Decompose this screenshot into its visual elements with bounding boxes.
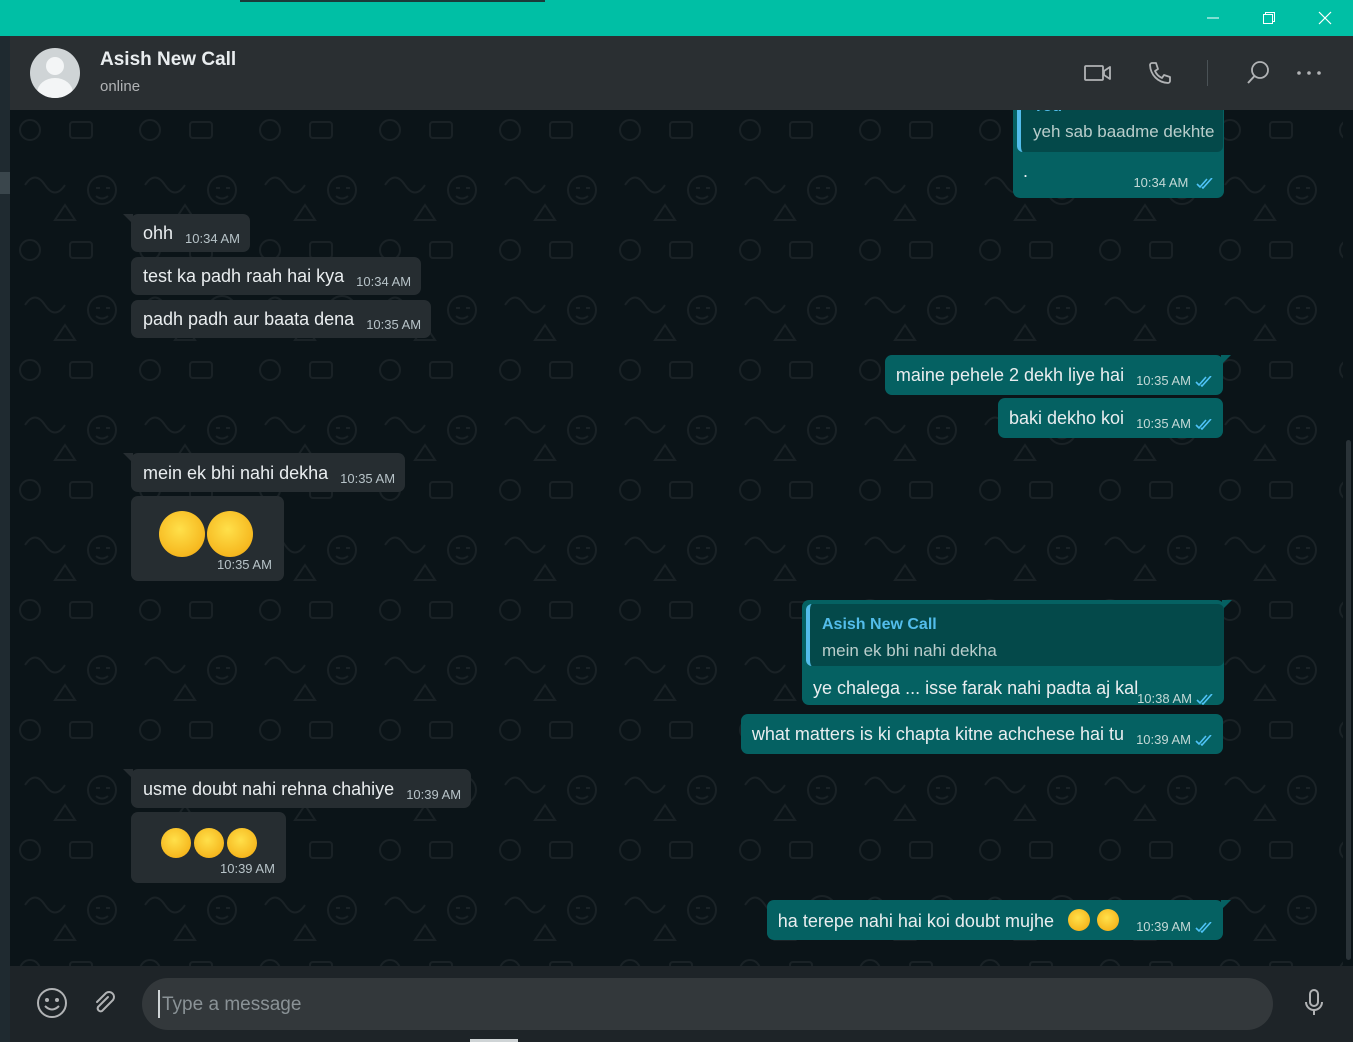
message-incoming[interactable]: ohh 10:34 AM bbox=[123, 214, 250, 252]
chat-header[interactable]: Asish New Call online bbox=[10, 36, 1353, 110]
read-ticks-icon bbox=[1196, 694, 1213, 706]
message-time: 10:39 AM bbox=[1136, 732, 1191, 747]
read-ticks-icon bbox=[1195, 922, 1212, 934]
search-button[interactable] bbox=[1243, 58, 1273, 88]
message-time: 10:39 AM bbox=[220, 861, 275, 876]
voice-call-button[interactable] bbox=[1145, 58, 1175, 88]
contact-name[interactable]: Asish New Call bbox=[100, 49, 236, 71]
tears-of-joy-icon bbox=[207, 511, 253, 557]
quote-text: yeh sab baadme dekhte bbox=[1033, 122, 1215, 141]
message-time: 10:34 AM bbox=[356, 274, 412, 289]
message-incoming[interactable]: usme doubt nahi rehna chahiye 10:39 AM bbox=[123, 769, 472, 808]
tears-of-joy-icon bbox=[161, 828, 191, 858]
title-bar bbox=[0, 0, 1353, 36]
tears-of-joy-icon bbox=[1068, 909, 1091, 931]
read-ticks-icon bbox=[1195, 376, 1212, 388]
message-outgoing[interactable]: Asish New Call mein ek bhi nahi dekha ye… bbox=[802, 600, 1232, 706]
message-incoming-emoji[interactable]: 😂😂😂 10:39 AM bbox=[131, 812, 286, 883]
message-time: 10:35 AM bbox=[1136, 416, 1191, 431]
message-text: mein ek bhi nahi dekha bbox=[143, 463, 329, 483]
message-outgoing[interactable]: baki dekho koi 10:35 AM bbox=[997, 398, 1223, 438]
message-time: 10:34 AM bbox=[1133, 175, 1189, 190]
message-outgoing[interactable]: ha terepe nahi hai koi doubt mujhe 😂😂 10… bbox=[766, 900, 1231, 940]
attach-button[interactable] bbox=[87, 986, 121, 1020]
message-input[interactable] bbox=[160, 990, 1244, 1020]
message-incoming[interactable]: test ka padh raah hai kya 10:34 AM bbox=[131, 257, 422, 295]
message-time: 10:34 AM bbox=[185, 231, 240, 246]
message-text: . bbox=[1023, 161, 1029, 181]
message-input-box[interactable] bbox=[142, 978, 1273, 1030]
tears-of-joy-icon bbox=[159, 511, 205, 557]
message-time: 10:35 AM bbox=[1136, 373, 1191, 388]
attach-icon bbox=[96, 991, 115, 1013]
message-text: ohh bbox=[143, 223, 174, 243]
close-icon bbox=[1318, 11, 1332, 25]
video-call-button[interactable] bbox=[1083, 58, 1113, 88]
message-time: 10:35 AM bbox=[366, 317, 422, 332]
message-time: 10:39 AM bbox=[1136, 919, 1191, 934]
message-incoming[interactable]: padh padh aur baata dena 10:35 AM bbox=[131, 300, 432, 338]
message-incoming-emoji[interactable]: 😂😂 10:35 AM bbox=[131, 496, 284, 581]
minimize-icon bbox=[1207, 17, 1219, 19]
message-text: ha terepe nahi hai koi doubt mujhe bbox=[777, 911, 1054, 931]
quoted-message[interactable]: You yeh sab baadme dekhte bbox=[1017, 110, 1223, 152]
emoji-icon bbox=[37, 988, 67, 1018]
message-text: baki dekho koi bbox=[1008, 408, 1125, 428]
message-text: padh padh aur baata dena bbox=[143, 309, 355, 329]
quote-text: mein ek bhi nahi dekha bbox=[822, 641, 997, 660]
message-text: what matters is ki chapta kitne achchese… bbox=[751, 724, 1125, 744]
quote-author: Asish New Call bbox=[822, 616, 937, 633]
avatar[interactable] bbox=[30, 48, 80, 98]
minimize-button[interactable] bbox=[1185, 0, 1241, 36]
chat-scroll-thumb[interactable] bbox=[1346, 440, 1351, 960]
read-ticks-icon bbox=[1195, 735, 1212, 747]
message-outgoing[interactable]: You yeh sab baadme dekhte . 10:34 AM bbox=[1013, 110, 1224, 198]
mic-icon bbox=[1305, 989, 1323, 1015]
message-outgoing[interactable]: maine pehele 2 dekh liye hai 10:35 AM bbox=[884, 355, 1231, 395]
left-scroll-thumb[interactable] bbox=[0, 172, 10, 194]
composer-bar bbox=[10, 966, 1353, 1042]
message-outgoing[interactable]: what matters is ki chapta kitne achchese… bbox=[740, 714, 1223, 754]
chat-area[interactable]: You yeh sab baadme dekhte . 10:34 AM ohh… bbox=[10, 110, 1343, 966]
title-tab-indicator bbox=[240, 0, 545, 2]
message-incoming[interactable]: mein ek bhi nahi dekha 10:35 AM bbox=[123, 453, 406, 492]
voice-call-icon bbox=[1149, 62, 1171, 84]
message-text: usme doubt nahi rehna chahiye bbox=[143, 779, 395, 799]
mic-button[interactable] bbox=[1297, 986, 1331, 1020]
menu-button[interactable] bbox=[1294, 58, 1324, 88]
search-icon bbox=[1247, 61, 1269, 84]
tears-of-joy-icon bbox=[194, 828, 224, 858]
emoji-button[interactable] bbox=[35, 986, 69, 1020]
message-time: 10:35 AM bbox=[217, 557, 272, 572]
message-time: 10:35 AM bbox=[340, 471, 396, 486]
read-ticks-icon bbox=[1195, 419, 1212, 431]
message-text: ye chalega ... isse farak nahi padta aj … bbox=[813, 678, 1139, 698]
menu-icon bbox=[1297, 71, 1321, 75]
video-call-icon bbox=[1084, 65, 1111, 81]
message-text: test ka padh raah hai kya bbox=[143, 266, 345, 286]
tears-of-joy-icon bbox=[1097, 909, 1120, 931]
left-panel-edge bbox=[0, 36, 10, 1042]
message-time: 10:38 AM bbox=[1137, 691, 1192, 706]
restore-button[interactable] bbox=[1241, 0, 1297, 36]
close-button[interactable] bbox=[1297, 0, 1353, 36]
read-ticks-icon bbox=[1196, 178, 1213, 190]
header-divider bbox=[1207, 60, 1208, 86]
quote-author: You bbox=[1033, 110, 1062, 118]
tears-of-joy-icon bbox=[227, 828, 257, 858]
contact-status: online bbox=[100, 78, 141, 95]
message-text: maine pehele 2 dekh liye hai bbox=[895, 365, 1125, 385]
message-time: 10:39 AM bbox=[406, 787, 462, 802]
quoted-message[interactable]: Asish New Call mein ek bhi nahi dekha bbox=[806, 604, 1224, 666]
restore-icon bbox=[1263, 12, 1275, 24]
